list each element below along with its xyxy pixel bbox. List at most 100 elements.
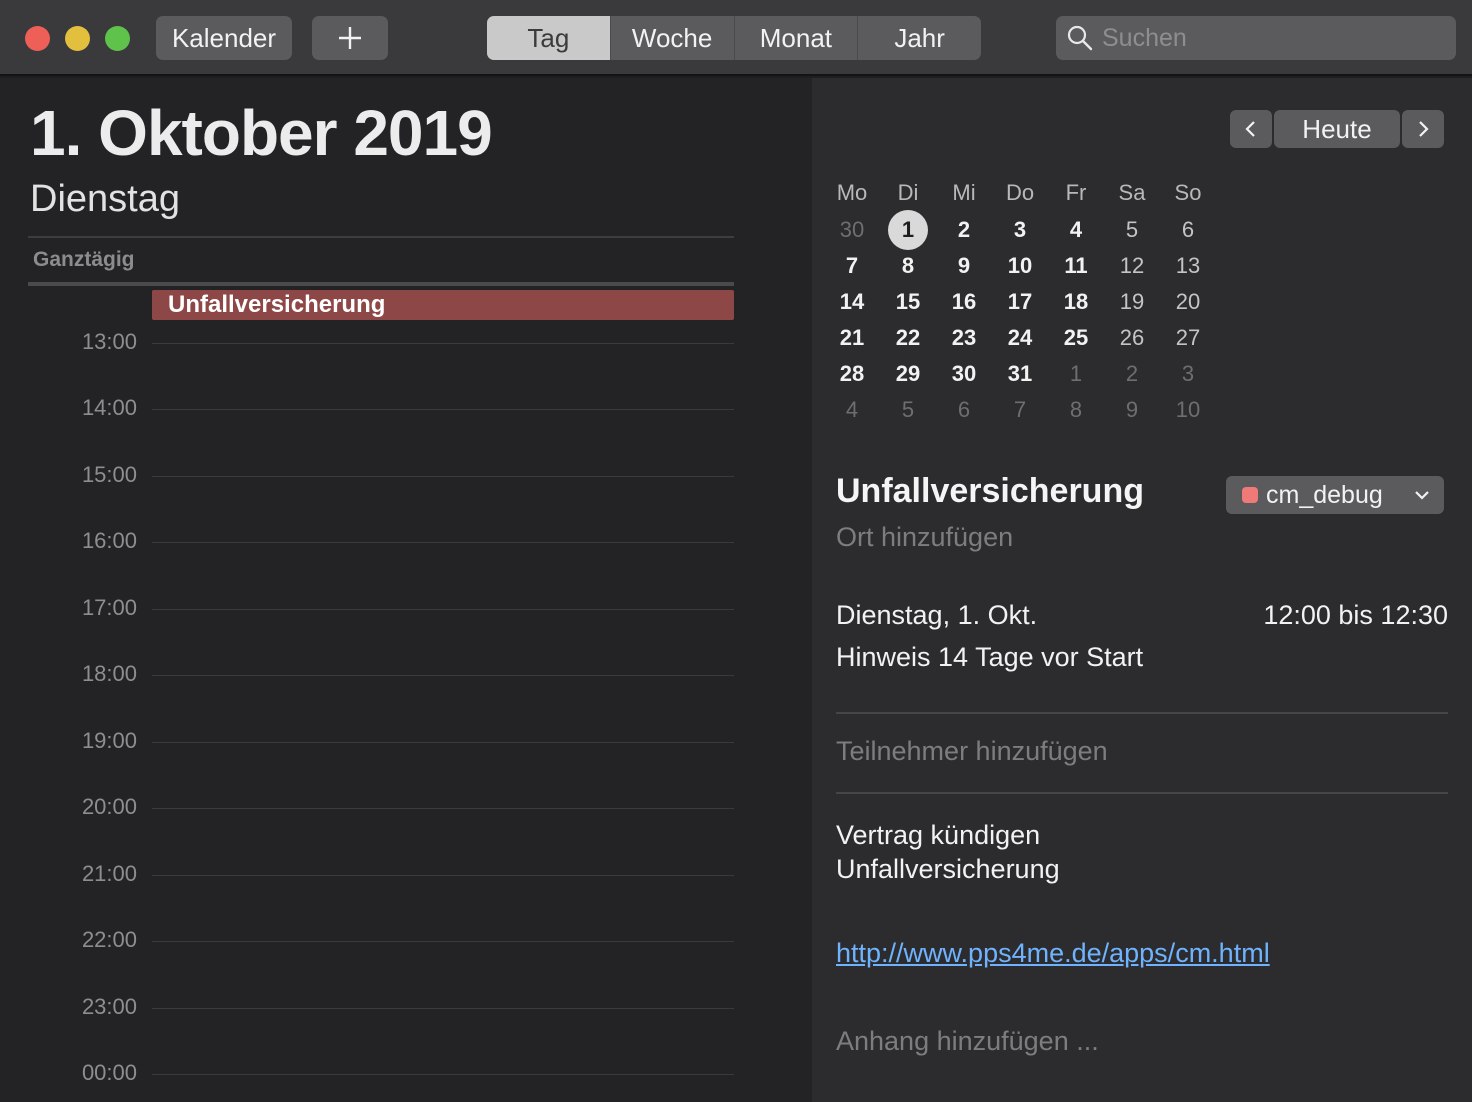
mini-calendar-day[interactable]: 2 — [936, 217, 992, 243]
mini-calendar-day[interactable]: 1 — [880, 210, 936, 250]
hour-line — [152, 941, 734, 942]
mini-calendar-day[interactable]: 7 — [824, 253, 880, 279]
view-tab-day[interactable]: Tag — [487, 16, 610, 60]
mini-calendar-day[interactable]: 23 — [936, 325, 992, 351]
mini-calendar-week: 14 15 16 17 18 19 20 — [824, 284, 1216, 320]
add-event-button[interactable] — [312, 16, 388, 60]
mini-calendar-day[interactable]: 12 — [1104, 253, 1160, 279]
next-month-button[interactable] — [1402, 110, 1444, 148]
mini-calendar-day[interactable]: 28 — [824, 361, 880, 387]
hour-label: 16:00 — [81, 528, 137, 553]
mini-calendar-day[interactable]: 3 — [1160, 361, 1216, 387]
mini-calendar-day[interactable]: 5 — [880, 397, 936, 423]
mini-calendar-day[interactable]: 9 — [936, 253, 992, 279]
hour-row: 15:00 — [0, 462, 812, 487]
event-time[interactable]: 12:00 bis 12:30 — [1263, 600, 1448, 631]
mini-calendar-day[interactable]: 27 — [1160, 325, 1216, 351]
mini-calendar-day[interactable]: 30 — [824, 217, 880, 243]
hour-line — [152, 874, 734, 876]
mini-calendar-days: 30 1 2 3 4 5 6 7 8 9 10 11 12 13 14 15 16 17 18 19 20 21 22 23 2… — [824, 210, 1216, 428]
search-input[interactable] — [1102, 23, 1442, 53]
mini-calendar-day[interactable]: 26 — [1104, 325, 1160, 351]
view-tab-year[interactable]: Jahr — [857, 16, 981, 60]
hour-row: 13:00 — [0, 329, 812, 354]
mini-calendar-week: 30 1 2 3 4 5 6 — [824, 210, 1216, 250]
hour-row: 16:00 — [0, 528, 812, 553]
day-view: 1. Oktober 2019 Dienstag Ganztägig 00:00… — [0, 78, 812, 1102]
event-block[interactable]: Unfallversicherung — [152, 290, 734, 320]
window-minimize-button[interactable] — [65, 26, 90, 51]
mini-calendar-day[interactable]: 2 — [1104, 361, 1160, 387]
hour-label: 13:00 — [81, 328, 137, 354]
mini-calendar-day[interactable]: 4 — [824, 397, 880, 423]
calendar-color-swatch — [1242, 487, 1258, 503]
mini-calendar-day[interactable]: 5 — [1104, 217, 1160, 243]
mini-calendar-day[interactable]: 10 — [1160, 397, 1216, 423]
time-grid[interactable]: 00:00 23:00 22:00 21:00 20:00 19:00 18:00 17:00… — [0, 288, 812, 1102]
mini-calendar-day[interactable]: 20 — [1160, 289, 1216, 315]
mini-calendar-day[interactable]: 15 — [880, 289, 936, 315]
calendar-select[interactable]: cm_debug — [1226, 476, 1444, 514]
mini-calendar-day[interactable]: 19 — [1104, 289, 1160, 315]
mini-calendar-day[interactable]: 22 — [880, 325, 936, 351]
mini-calendar-day[interactable]: 10 — [992, 253, 1048, 279]
hour-line — [152, 741, 734, 743]
mini-calendar-day[interactable]: 8 — [880, 253, 936, 279]
hour-line — [152, 1007, 734, 1009]
hour-label: 20:00 — [81, 794, 137, 819]
mini-calendar-day[interactable]: 24 — [992, 325, 1048, 351]
window-zoom-button[interactable] — [105, 26, 130, 51]
weekday-title: Dienstag — [30, 178, 180, 220]
hour-label: 15:00 — [81, 461, 137, 487]
mini-calendar-day[interactable]: 17 — [992, 289, 1048, 315]
hour-row: 17:00 — [0, 595, 812, 620]
mini-calendar-day[interactable]: 25 — [1048, 325, 1104, 351]
window-close-button[interactable] — [25, 26, 50, 51]
mini-calendar-day[interactable]: 4 — [1048, 217, 1104, 243]
event-notes[interactable]: Vertrag kündigen Unfallversicherung — [836, 818, 1436, 886]
view-tab-month[interactable]: Monat — [733, 16, 858, 60]
mini-calendar-day[interactable]: 14 — [824, 289, 880, 315]
view-tab-week[interactable]: Woche — [609, 16, 734, 60]
weekday-header: Mi — [952, 180, 976, 205]
mini-calendar-day[interactable]: 18 — [1048, 289, 1104, 315]
mini-calendar-day[interactable]: 6 — [936, 397, 992, 423]
event-url-link[interactable]: http://www.pps4me.de/apps/cm.html — [836, 938, 1270, 969]
chevron-down-icon — [1415, 491, 1429, 500]
mini-calendar-day[interactable]: 31 — [992, 361, 1048, 387]
mini-calendar-day[interactable]: 29 — [880, 361, 936, 387]
attendees-field[interactable]: Teilnehmer hinzufügen — [836, 736, 1108, 767]
hour-line — [152, 342, 734, 344]
mini-calendar-day[interactable]: 16 — [936, 289, 992, 315]
hour-label: 14:00 — [81, 395, 137, 420]
mini-calendar-day[interactable]: 6 — [1160, 217, 1216, 243]
event-date[interactable]: Dienstag, 1. Okt. — [836, 600, 1037, 631]
mini-calendar-day[interactable]: 13 — [1160, 253, 1216, 279]
mini-calendar-day[interactable]: 30 — [936, 361, 992, 387]
event-title[interactable]: Unfallversicherung — [836, 472, 1144, 511]
today-button[interactable]: Heute — [1274, 110, 1400, 148]
hour-line — [152, 675, 734, 676]
search-icon — [1067, 25, 1093, 51]
mini-calendar-day[interactable]: 9 — [1104, 397, 1160, 423]
previous-month-button[interactable] — [1230, 110, 1272, 148]
hour-label: 21:00 — [81, 860, 137, 886]
hour-label: 19:00 — [81, 727, 137, 753]
mini-calendar-day[interactable]: 8 — [1048, 397, 1104, 423]
location-field[interactable]: Ort hinzufügen — [836, 522, 1013, 553]
event-alert[interactable]: Hinweis 14 Tage vor Start — [836, 642, 1143, 673]
hour-label: 00:00 — [81, 1060, 137, 1085]
mini-calendar-day[interactable]: 7 — [992, 397, 1048, 423]
calendars-button[interactable]: Kalender — [156, 16, 292, 60]
hour-label: 17:00 — [81, 594, 137, 620]
hour-line — [152, 1074, 734, 1075]
hour-row: 21:00 — [0, 861, 812, 886]
add-attachment-field[interactable]: Anhang hinzufügen ... — [836, 1026, 1099, 1057]
mini-calendar-day[interactable]: 21 — [824, 325, 880, 351]
notes-line: Vertrag kündigen — [836, 820, 1041, 850]
header-divider — [28, 236, 734, 238]
mini-calendar-day[interactable]: 1 — [1048, 361, 1104, 387]
search-field[interactable] — [1056, 16, 1456, 60]
mini-calendar-day[interactable]: 3 — [992, 217, 1048, 243]
mini-calendar-day[interactable]: 11 — [1048, 253, 1104, 279]
